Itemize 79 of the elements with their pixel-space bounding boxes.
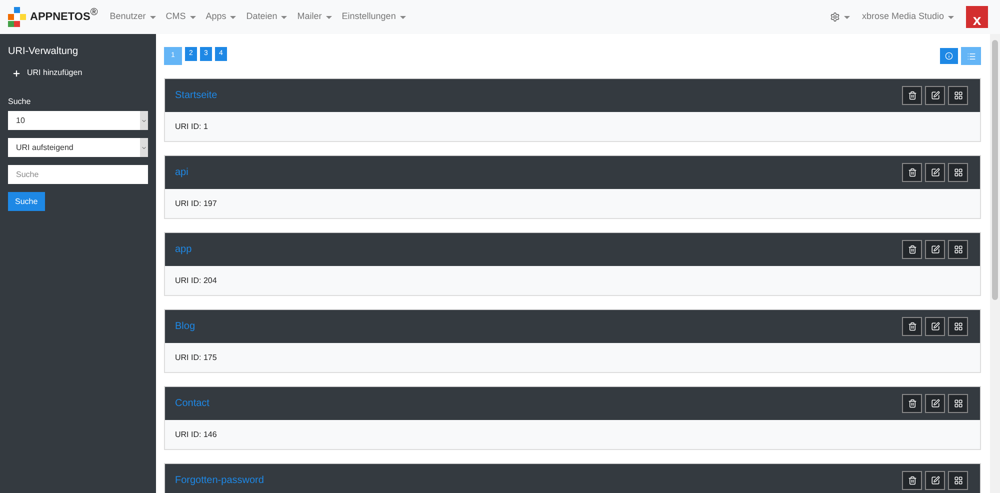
grid-icon — [954, 476, 962, 485]
settings-icon — [830, 12, 840, 22]
trash-icon — [908, 245, 916, 254]
caret-icon — [190, 16, 196, 18]
layout-button[interactable] — [948, 471, 968, 490]
edit-icon — [930, 399, 940, 408]
delete-button[interactable] — [902, 240, 922, 259]
edit-icon — [930, 245, 940, 254]
list-icon — [966, 52, 976, 60]
search-label: Suche — [8, 96, 32, 108]
caret-icon — [326, 16, 332, 18]
trash-icon — [908, 91, 916, 100]
logo-icon — [8, 7, 26, 27]
trash-icon — [908, 322, 916, 331]
delete-button[interactable] — [902, 86, 922, 105]
caret-icon — [948, 16, 954, 18]
uri-id-text: URI ID: 146 — [175, 428, 217, 440]
delete-button[interactable] — [902, 163, 922, 182]
chevron-down-icon — [141, 144, 147, 150]
delete-button[interactable] — [902, 471, 922, 490]
nav-menu-item[interactable]: Apps — [206, 10, 236, 24]
layout-button[interactable] — [948, 394, 968, 413]
edit-button[interactable] — [925, 163, 945, 182]
grid-icon — [954, 91, 962, 100]
delete-button[interactable] — [902, 394, 922, 413]
uri-id-text: URI ID: 175 — [175, 352, 217, 364]
grid-icon — [954, 399, 962, 408]
nav-menu-item[interactable]: Mailer — [297, 10, 332, 24]
edit-button[interactable] — [925, 86, 945, 105]
sidebar-title: URI-Verwaltung — [8, 45, 80, 59]
grid-icon — [954, 168, 962, 177]
uri-id-text: URI ID: 1 — [175, 120, 208, 132]
nav-menu-item[interactable]: Dateien — [246, 10, 288, 24]
layout-button[interactable] — [948, 317, 968, 336]
user-menu-button[interactable]: xbrose Media Studio — [862, 10, 954, 24]
add-uri-link[interactable]: URI hinzufügen — [8, 67, 148, 79]
grid-icon — [954, 322, 962, 331]
edit-icon — [930, 476, 940, 485]
caret-icon — [281, 16, 288, 18]
edit-button[interactable] — [925, 317, 945, 336]
nav-menu-item[interactable]: Einstellungen — [342, 10, 406, 24]
delete-button[interactable] — [902, 317, 922, 336]
grid-icon — [954, 245, 962, 254]
uri-title-link[interactable]: Blog — [175, 319, 196, 334]
uri-title-link[interactable]: Forgotten-password — [175, 473, 264, 488]
caret-icon — [844, 16, 850, 18]
caret-icon — [230, 16, 236, 18]
nav-menu-item[interactable]: CMS — [166, 10, 196, 24]
edit-button[interactable] — [925, 394, 945, 413]
trash-icon — [908, 399, 916, 408]
chevron-down-icon — [141, 118, 147, 124]
layout-button[interactable] — [948, 163, 968, 182]
nav-menu-item[interactable]: Benutzer — [110, 10, 156, 24]
per-page-select[interactable]: 10 — [8, 111, 148, 130]
info-view-button[interactable] — [940, 48, 958, 64]
caret-icon — [150, 16, 156, 18]
uri-title-link[interactable]: Contact — [175, 396, 210, 411]
trash-icon — [908, 168, 916, 177]
search-button[interactable]: Suche — [8, 192, 45, 211]
edit-icon — [930, 168, 940, 177]
trash-icon — [908, 476, 916, 485]
edit-button[interactable] — [925, 240, 945, 259]
uri-title-link[interactable]: api — [175, 165, 188, 180]
edit-button[interactable] — [925, 471, 945, 490]
layout-button[interactable] — [948, 240, 968, 259]
uri-id-text: URI ID: 197 — [175, 198, 217, 210]
sort-select[interactable]: URI aufsteigend — [8, 138, 148, 157]
layout-button[interactable] — [948, 86, 968, 105]
edit-icon — [930, 91, 940, 100]
plus-icon — [12, 68, 21, 78]
info-icon — [945, 52, 953, 60]
caret-icon — [400, 16, 406, 18]
settings-menu-button[interactable] — [830, 12, 850, 22]
studio-logo: x — [966, 6, 988, 28]
uri-title-link[interactable]: Startseite — [175, 88, 218, 103]
uri-title-link[interactable]: app — [175, 242, 192, 257]
uri-id-text: URI ID: 204 — [175, 274, 217, 286]
edit-icon — [930, 322, 940, 331]
search-field[interactable]: Suche — [8, 165, 148, 184]
